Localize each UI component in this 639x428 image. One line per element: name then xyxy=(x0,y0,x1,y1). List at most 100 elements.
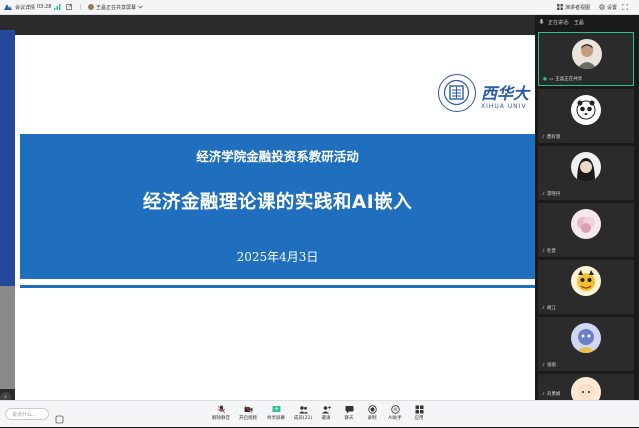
start-video-button[interactable]: 开启视频 xyxy=(237,405,259,425)
speaker-view-button[interactable]: 演讲者视图 xyxy=(557,3,590,11)
participant-name: ● ▭ 王晶正在共享 xyxy=(543,76,583,83)
ai-assistant-label: AI助手 xyxy=(388,416,402,421)
record-label: 录制 xyxy=(367,416,377,421)
ai-assistant-icon: AI xyxy=(390,405,400,414)
chat-placeholder: 说点什么... xyxy=(12,412,37,418)
participant-tile[interactable]: ♪ 李晓丹 xyxy=(538,146,634,200)
microphone-icon xyxy=(539,19,544,24)
invite-icon xyxy=(321,406,331,414)
record-button[interactable]: 录制 xyxy=(361,405,383,425)
presentation-slide: 西华大 XIHUA UNIV 经济学院金融投资系教研活动 经济金融理论课的实践和… xyxy=(15,35,535,400)
popout-icon[interactable] xyxy=(66,3,72,11)
avatar xyxy=(571,377,601,400)
chevron-down-icon xyxy=(138,5,143,9)
mic-muted-icon: ♪ xyxy=(542,134,545,140)
avatar xyxy=(572,39,602,69)
invite-label: 邀请 xyxy=(321,416,331,421)
mic-muted-icon: ♪ xyxy=(542,191,545,197)
mic-muted-icon: ♪ xyxy=(542,391,545,397)
emoji-icon[interactable] xyxy=(55,409,64,428)
apps-label: 应用 xyxy=(414,416,424,421)
meeting-time: 03:28 xyxy=(37,4,52,10)
invite-button[interactable]: 邀请 xyxy=(315,405,337,425)
chat-label: 聊天 xyxy=(344,416,354,421)
speaker-name: 王晶 xyxy=(573,19,584,26)
slide-subtitle: 经济学院金融投资系教研活动 xyxy=(196,149,359,164)
speaker-view-label: 演讲者视图 xyxy=(565,4,591,11)
meeting-details-label: 会议详情 xyxy=(15,4,36,11)
share-screen-button[interactable]: 共享屏幕 xyxy=(265,405,287,425)
university-name-english: XIHUA UNIV xyxy=(481,103,527,110)
signal-icon[interactable] xyxy=(54,3,61,11)
banner-underline xyxy=(20,285,535,288)
participant-tile[interactable]: ♪ 胡江 xyxy=(538,260,634,314)
participant-name: ♪ 李晓丹 xyxy=(542,191,561,198)
participant-name: ♪ 毛晋 xyxy=(542,248,556,255)
participant-name: ♪ 刘勇娟 xyxy=(542,391,561,398)
chat-input[interactable]: 说点什么... xyxy=(5,408,49,420)
slide-sidebar-strip xyxy=(0,30,15,286)
participant-name: ♪ 张丽 xyxy=(542,362,556,369)
camera-icon xyxy=(244,405,252,414)
meeting-timer: 03:28 xyxy=(37,3,51,11)
mic-muted-icon: ♪ xyxy=(542,248,545,254)
top-bar: 会议详情 03:28 | 王晶正在共享屏幕 演讲者视图 设置 xyxy=(0,0,639,15)
slide-sidebar-strip-lower xyxy=(0,286,15,389)
title-banner: 经济学院金融投资系教研活动 经济金融理论课的实践和AI嵌入 2025年4月3日 xyxy=(20,134,535,279)
fullscreen-button[interactable] xyxy=(622,3,628,11)
avatar xyxy=(571,323,601,353)
apps-button[interactable]: 应用 xyxy=(408,405,430,425)
mic-muted-icon: ♪ xyxy=(542,305,545,311)
participant-tile[interactable]: ♪ 张丽 xyxy=(538,317,634,371)
participant-panel: 正在讲话: 王晶 ● ▭ 王晶正在共享 ♪ 鼎好渡 ♪ 李晓丹 ♪ 毛晋 ♪ 胡… xyxy=(535,15,639,400)
avatar xyxy=(571,95,601,125)
user-avatar-icon xyxy=(88,4,94,10)
university-name-logo: 西华大 xyxy=(481,84,530,103)
members-label: 成员(21) xyxy=(293,416,313,421)
university-seal-logo xyxy=(438,74,476,112)
share-screen-icon xyxy=(272,406,280,412)
meeting-details-button[interactable]: 会议详情 xyxy=(15,3,35,11)
expand-arrow-button[interactable]: › xyxy=(0,392,11,400)
chat-button[interactable]: 聊天 xyxy=(338,405,360,425)
microphone-icon xyxy=(217,405,225,414)
mic-muted-icon: ♪ xyxy=(542,362,545,368)
participant-tile[interactable]: ● ▭ 王晶正在共享 xyxy=(538,32,634,86)
sharing-status[interactable]: 王晶正在共享屏幕 xyxy=(88,3,143,11)
start-video-label: 开启视频 xyxy=(239,416,257,421)
members-button[interactable]: 成员(21) xyxy=(292,405,314,425)
participant-tile[interactable]: ♪ 毛晋 xyxy=(538,203,634,257)
svg-text:AI: AI xyxy=(393,407,397,412)
slide-date: 2025年4月3日 xyxy=(236,250,319,264)
fullscreen-icon xyxy=(622,4,628,10)
settings-button[interactable]: 设置 xyxy=(599,3,617,11)
app-logo xyxy=(4,3,12,11)
speaking-indicator: 正在讲话: 王晶 xyxy=(535,15,639,29)
participant-tile[interactable]: ♪ 刘勇娟 xyxy=(538,374,634,400)
record-icon xyxy=(367,405,377,414)
seal-icon xyxy=(443,79,470,106)
avatar xyxy=(571,209,601,239)
participant-name: ♪ 胡江 xyxy=(542,305,556,312)
avatar xyxy=(571,152,601,182)
slide-title: 经济金融理论课的实践和AI嵌入 xyxy=(142,192,413,213)
unmute-label: 解除静音 xyxy=(212,416,230,421)
shared-screen: 西华大 XIHUA UNIV 经济学院金融投资系教研活动 经济金融理论课的实践和… xyxy=(0,15,535,400)
apps-icon xyxy=(415,405,423,414)
participant-name: ♪ 鼎好渡 xyxy=(542,134,561,141)
grid-view-icon xyxy=(557,4,563,10)
sharing-status-label: 王晶正在共享屏幕 xyxy=(96,4,137,11)
speaking-label: 正在讲话: xyxy=(548,19,570,26)
gear-icon xyxy=(599,4,605,10)
avatar xyxy=(571,266,601,296)
chat-icon xyxy=(345,406,353,414)
unmute-button[interactable]: 解除静音 xyxy=(210,405,232,425)
share-screen-label: 共享屏幕 xyxy=(267,416,285,421)
mic-on-icon: ● xyxy=(543,76,547,82)
screen-share-icon: ▭ xyxy=(548,76,554,82)
members-icon xyxy=(298,406,308,414)
participant-tile[interactable]: ♪ 鼎好渡 xyxy=(538,89,634,143)
tencent-meeting-logo-icon xyxy=(4,4,12,10)
ai-assistant-button[interactable]: AI AI助手 xyxy=(384,405,406,425)
settings-label: 设置 xyxy=(607,4,618,11)
